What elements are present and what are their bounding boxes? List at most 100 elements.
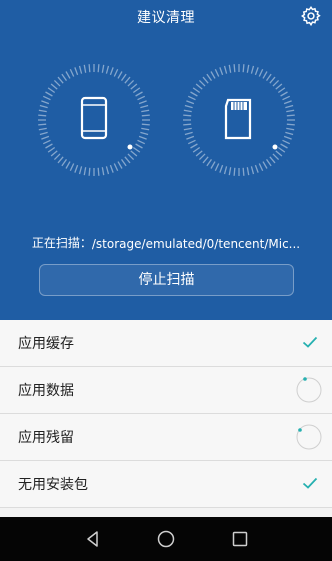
dial-tick xyxy=(246,64,250,73)
dial-tick xyxy=(83,64,87,73)
list-item[interactable]: 无用安装包 xyxy=(0,461,332,508)
dial-tick xyxy=(187,139,196,145)
dial-tick xyxy=(109,164,114,173)
dial-tick xyxy=(47,87,56,94)
dial-tick xyxy=(141,123,150,126)
dial-tick xyxy=(272,79,280,87)
dial-tick xyxy=(41,100,50,105)
loading-spinner-icon xyxy=(296,377,322,403)
dial-tick xyxy=(210,161,216,169)
dial-tick xyxy=(88,167,91,176)
dial-tick xyxy=(233,167,236,176)
dial-tick xyxy=(88,64,91,73)
dial-tick xyxy=(254,67,259,76)
page-title: 建议清理 xyxy=(137,10,195,26)
category-label: 应用残留 xyxy=(18,430,74,446)
dial-tick xyxy=(127,153,135,161)
dial-tick xyxy=(286,109,295,113)
dial-tick xyxy=(228,167,232,176)
list-item[interactable]: 应用数据 xyxy=(0,367,332,414)
dial-tick xyxy=(262,71,268,79)
dial-tick xyxy=(246,167,250,176)
recent-apps-icon[interactable] xyxy=(231,530,249,548)
dial-tick xyxy=(192,87,201,94)
dial-tick xyxy=(195,150,203,157)
dial-tick xyxy=(195,83,203,90)
dial-tick xyxy=(47,146,56,153)
dial-tick xyxy=(137,139,146,145)
scan-header-panel: 建议清理 正在扫描：/storage/emulated/0/tencent/Mi… xyxy=(0,0,332,320)
dial-tick xyxy=(141,114,150,117)
dial-tick xyxy=(280,143,288,149)
dial-tick xyxy=(187,95,196,101)
dial-tick xyxy=(97,167,100,176)
dial-tick xyxy=(272,153,280,161)
system-navigation-bar xyxy=(0,517,332,561)
dial-tick xyxy=(120,158,127,167)
dial-tick xyxy=(113,68,119,77)
dial-tick xyxy=(206,73,213,82)
dial-tick xyxy=(277,146,286,153)
dial-tick xyxy=(127,79,135,87)
dial-tick xyxy=(105,166,110,175)
dial-tick xyxy=(242,64,245,73)
scan-progress-dot xyxy=(272,144,278,150)
dial-tick xyxy=(53,153,61,161)
dial-tick xyxy=(57,76,64,84)
dial-tick xyxy=(262,161,268,169)
dial-tick xyxy=(38,114,47,117)
dial-tick xyxy=(214,163,220,172)
dial-tick xyxy=(286,127,295,131)
dial-tick xyxy=(210,71,216,79)
dial-tick xyxy=(283,135,292,140)
dial-tick xyxy=(250,166,255,175)
dial-tick xyxy=(206,158,213,167)
dial-tick xyxy=(38,109,47,113)
check-icon xyxy=(302,336,318,348)
gear-icon[interactable] xyxy=(300,5,322,27)
stop-scan-button[interactable]: 停止扫描 xyxy=(39,264,294,296)
dial-tick xyxy=(50,83,58,90)
dial-tick xyxy=(183,123,192,126)
sd-storage-dial xyxy=(183,64,295,176)
home-icon[interactable] xyxy=(157,530,175,548)
dial-tick xyxy=(280,91,288,97)
dial-tick xyxy=(198,79,206,87)
dial-tick xyxy=(117,71,123,79)
list-item[interactable]: 应用缓存 xyxy=(0,320,332,367)
dial-tick xyxy=(45,143,53,149)
dial-tick xyxy=(283,100,292,105)
dial-tick xyxy=(202,156,209,164)
dial-tick xyxy=(219,67,224,76)
dial-tick xyxy=(258,163,264,172)
dial-tick xyxy=(183,114,192,117)
dial-tick xyxy=(265,158,272,167)
dial-tick xyxy=(69,163,75,172)
dial-tick xyxy=(183,127,192,131)
dial-tick xyxy=(190,143,198,149)
back-icon[interactable] xyxy=(84,530,102,548)
list-item[interactable]: 应用残留 xyxy=(0,414,332,461)
dial-tick xyxy=(141,109,150,113)
dial-tick xyxy=(258,68,264,77)
dial-tick xyxy=(135,143,143,149)
dial-tick xyxy=(265,73,272,82)
category-label: 无用安装包 xyxy=(18,477,88,493)
dial-tick xyxy=(124,76,131,84)
dial-tick xyxy=(285,131,294,136)
dial-tick xyxy=(132,87,141,94)
dial-tick xyxy=(186,135,195,140)
dial-tick xyxy=(184,131,193,136)
dial-tick xyxy=(269,76,276,84)
sd-card-icon xyxy=(224,98,252,140)
dial-tick xyxy=(250,65,255,74)
dial-tick xyxy=(242,167,245,176)
cleanup-screen: 建议清理 正在扫描：/storage/emulated/0/tencent/Mi… xyxy=(0,0,332,561)
dial-tick xyxy=(130,83,138,90)
dial-tick xyxy=(50,150,58,157)
dial-tick xyxy=(269,156,276,164)
phone-icon xyxy=(80,96,108,140)
dial-tick xyxy=(101,64,105,73)
dial-tick xyxy=(120,73,127,82)
dial-tick xyxy=(78,65,83,74)
